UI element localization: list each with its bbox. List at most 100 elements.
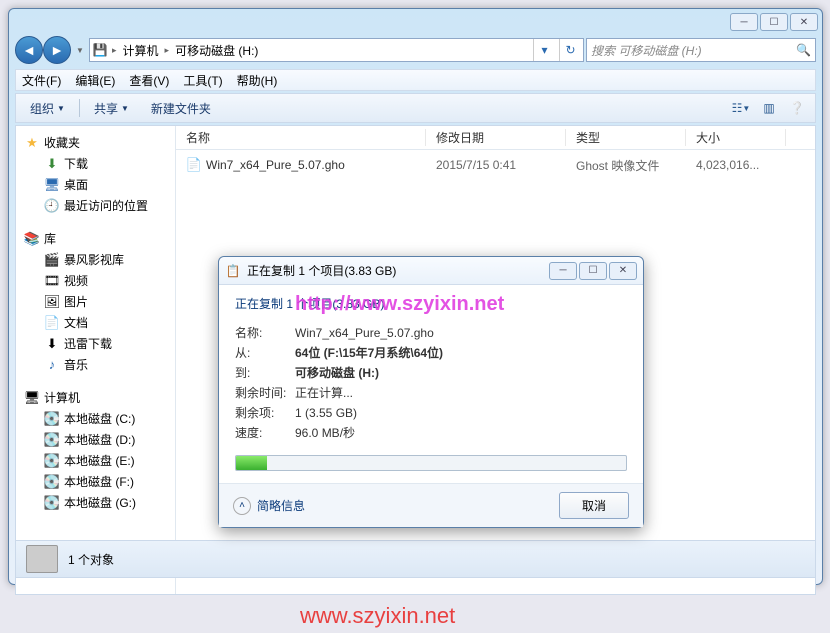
back-button[interactable]: ◄ xyxy=(15,36,43,64)
drive-large-icon xyxy=(26,545,58,573)
picture-icon: 🖼 xyxy=(44,294,60,310)
simple-info-toggle[interactable]: ˄ 简略信息 xyxy=(233,497,305,515)
sidebar-item-baofeng[interactable]: 🎬暴风影视库 xyxy=(16,249,175,270)
help-button[interactable]: ❔ xyxy=(785,98,809,118)
new-folder-button[interactable]: 新建文件夹 xyxy=(143,97,219,120)
dlg-maximize-button[interactable]: ☐ xyxy=(579,262,607,280)
dialog-footer: ˄ 简略信息 取消 xyxy=(219,483,643,527)
computer-icon: 🖥 xyxy=(24,390,40,406)
copy-icon: 📋 xyxy=(225,263,241,279)
music-icon: ♪ xyxy=(44,357,60,373)
document-icon: 📄 xyxy=(44,315,60,331)
navbar: ◄ ► ▼ 💾 ▸ 计算机 ▸ 可移动磁盘 (H:) ▾ ↻ 搜索 可移动磁盘 … xyxy=(15,35,816,65)
statusbar: 1 个对象 xyxy=(15,540,816,578)
download-icon: ⬇ xyxy=(44,336,60,352)
chevron-right-icon: ▸ xyxy=(112,45,117,56)
col-name[interactable]: 名称 xyxy=(176,129,426,146)
dlg-minimize-button[interactable]: ─ xyxy=(549,262,577,280)
file-name: Win7_x64_Pure_5.07.gho xyxy=(206,158,345,172)
address-bar[interactable]: 💾 ▸ 计算机 ▸ 可移动磁盘 (H:) ▾ ↻ xyxy=(89,38,584,62)
download-icon: ⬇ xyxy=(44,156,60,172)
dialog-titlebar[interactable]: 📋 正在复制 1 个项目(3.83 GB) ─ ☐ ✕ xyxy=(219,257,643,285)
desktop-icon: 🖥 xyxy=(44,177,60,193)
file-size: 4,023,016... xyxy=(686,158,786,172)
drive-icon: 💽 xyxy=(44,411,60,427)
sidebar-computer[interactable]: 🖥计算机 xyxy=(16,387,175,408)
col-modified[interactable]: 修改日期 xyxy=(426,129,566,146)
drive-icon: 💽 xyxy=(44,495,60,511)
search-placeholder: 搜索 可移动磁盘 (H:) xyxy=(591,42,702,59)
watermark: www.szyixin.net xyxy=(300,603,455,629)
sidebar-drive-e[interactable]: 💽本地磁盘 (E:) xyxy=(16,450,175,471)
crumb-computer[interactable]: 计算机 xyxy=(121,42,161,59)
refresh-button[interactable]: ↻ xyxy=(559,39,581,61)
menu-tools[interactable]: 工具(T) xyxy=(183,72,222,89)
file-row[interactable]: 📄Win7_x64_Pure_5.07.gho 2015/7/15 0:41 G… xyxy=(176,154,815,176)
recent-icon: 🕘 xyxy=(44,198,60,214)
menu-file[interactable]: 文件(F) xyxy=(22,72,61,89)
copy-name: Win7_x64_Pure_5.07.gho xyxy=(295,326,434,340)
col-size[interactable]: 大小 xyxy=(686,129,786,146)
column-headers: 名称 修改日期 类型 大小 xyxy=(176,126,815,150)
drive-icon: 💽 xyxy=(44,453,60,469)
drive-icon: 💾 xyxy=(92,42,108,58)
video-icon: 🎞 xyxy=(44,273,60,289)
close-button[interactable]: ✕ xyxy=(790,13,818,31)
drive-icon: 💽 xyxy=(44,474,60,490)
share-button[interactable]: 共享 ▼ xyxy=(86,97,137,120)
maximize-button[interactable]: ☐ xyxy=(760,13,788,31)
toolbar: 组织 ▼ 共享 ▼ 新建文件夹 ☷ ▼ ▥ ❔ xyxy=(15,93,816,123)
sidebar-item-pictures[interactable]: 🖼图片 xyxy=(16,291,175,312)
search-icon: 🔍 xyxy=(796,43,811,57)
minimize-button[interactable]: ─ xyxy=(730,13,758,31)
chevron-right-icon: ▸ xyxy=(165,45,170,56)
sidebar-item-videos[interactable]: 🎞视频 xyxy=(16,270,175,291)
forward-button[interactable]: ► xyxy=(43,36,71,64)
search-input[interactable]: 搜索 可移动磁盘 (H:) 🔍 xyxy=(586,38,816,62)
sidebar-item-documents[interactable]: 📄文档 xyxy=(16,312,175,333)
sidebar-item-music[interactable]: ♪音乐 xyxy=(16,354,175,375)
star-icon: ★ xyxy=(24,135,40,151)
separator xyxy=(79,99,80,117)
library-icon: 📚 xyxy=(24,231,40,247)
dlg-close-button[interactable]: ✕ xyxy=(609,262,637,280)
view-mode-button[interactable]: ☷ ▼ xyxy=(729,98,753,118)
copy-remaining-items: 1 (3.55 GB) xyxy=(295,406,357,420)
sidebar-item-desktop[interactable]: 🖥桌面 xyxy=(16,174,175,195)
preview-pane-button[interactable]: ▥ xyxy=(757,98,781,118)
crumb-drive[interactable]: 可移动磁盘 (H:) xyxy=(173,42,260,59)
organize-button[interactable]: 组织 ▼ xyxy=(22,97,73,120)
sidebar-drive-g[interactable]: 💽本地磁盘 (G:) xyxy=(16,492,175,513)
progress-fill xyxy=(236,456,267,470)
cancel-button[interactable]: 取消 xyxy=(559,492,629,519)
sidebar-drive-d[interactable]: 💽本地磁盘 (D:) xyxy=(16,429,175,450)
copy-speed: 96.0 MB/秒 xyxy=(295,426,355,440)
menu-edit[interactable]: 编辑(E) xyxy=(75,72,115,89)
sidebar-favorites[interactable]: ★收藏夹 xyxy=(16,132,175,153)
sidebar-drive-c[interactable]: 💽本地磁盘 (C:) xyxy=(16,408,175,429)
dropdown-icon[interactable]: ▾ xyxy=(533,39,555,61)
sidebar[interactable]: ★收藏夹 ⬇下载 🖥桌面 🕘最近访问的位置 📚库 🎬暴风影视库 🎞视频 🖼图片 … xyxy=(16,126,176,594)
progress-bar xyxy=(235,455,627,471)
copy-from: 64位 (F:\15年7月系统\64位) xyxy=(295,346,443,360)
drive-icon: 💽 xyxy=(44,432,60,448)
menu-help[interactable]: 帮助(H) xyxy=(237,72,278,89)
status-count: 1 个对象 xyxy=(68,551,114,568)
col-type[interactable]: 类型 xyxy=(566,129,686,146)
sidebar-item-downloads[interactable]: ⬇下载 xyxy=(16,153,175,174)
file-modified: 2015/7/15 0:41 xyxy=(426,158,566,172)
dialog-title: 正在复制 1 个项目(3.83 GB) xyxy=(247,262,396,279)
chevron-up-icon: ˄ xyxy=(233,497,251,515)
copy-details: 名称:Win7_x64_Pure_5.07.gho 从:64位 (F:\15年7… xyxy=(235,323,627,443)
file-icon: 📄 xyxy=(186,157,202,173)
copy-dialog: 📋 正在复制 1 个项目(3.83 GB) ─ ☐ ✕ 正在复制 1 个项目(3… xyxy=(218,256,644,528)
sidebar-libraries[interactable]: 📚库 xyxy=(16,228,175,249)
sidebar-item-recent[interactable]: 🕘最近访问的位置 xyxy=(16,195,175,216)
video-icon: 🎬 xyxy=(44,252,60,268)
sidebar-drive-f[interactable]: 💽本地磁盘 (F:) xyxy=(16,471,175,492)
sidebar-item-xunlei[interactable]: ⬇迅雷下载 xyxy=(16,333,175,354)
menubar: 文件(F) 编辑(E) 查看(V) 工具(T) 帮助(H) xyxy=(15,69,816,91)
copy-to: 可移动磁盘 (H:) xyxy=(295,366,379,380)
history-dropdown[interactable]: ▼ xyxy=(73,43,87,57)
menu-view[interactable]: 查看(V) xyxy=(129,72,169,89)
